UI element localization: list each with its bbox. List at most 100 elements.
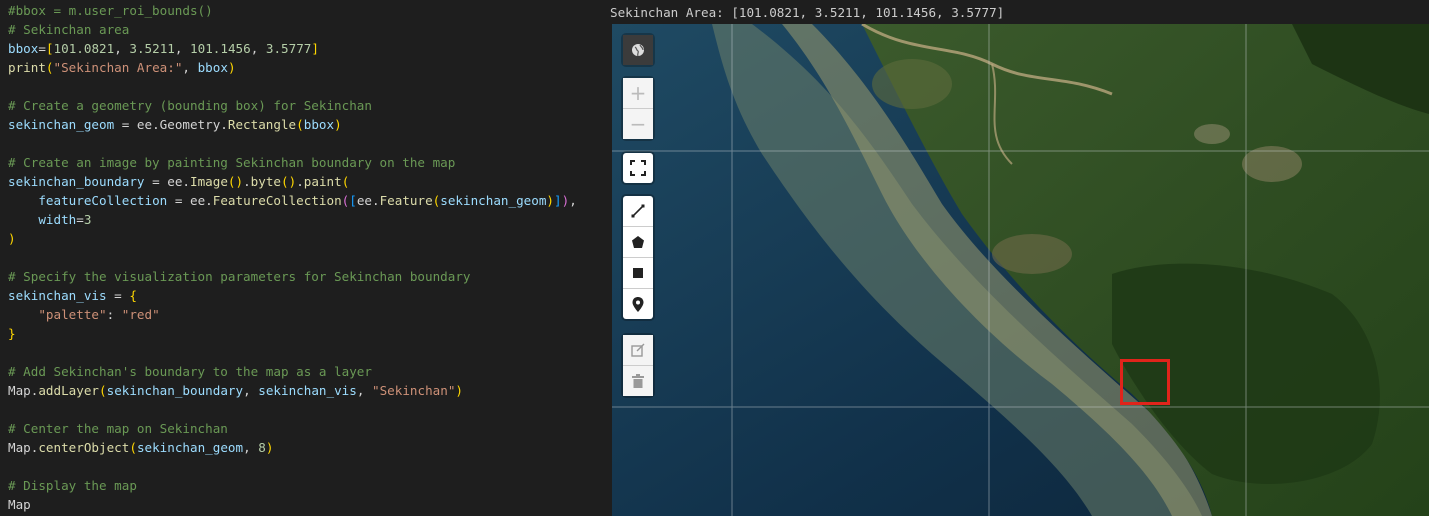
- code-token: # Center the map on Sekinchan: [8, 421, 228, 436]
- code-token: # Create an image by painting Sekinchan …: [8, 155, 456, 170]
- code-token: (: [99, 383, 107, 398]
- code-token: sekinchan_geom: [8, 117, 115, 132]
- code-line[interactable]: [8, 457, 577, 476]
- code-token: sekinchan_vis: [258, 383, 357, 398]
- code-line[interactable]: sekinchan_boundary = ee.Image().byte().p…: [8, 172, 577, 191]
- basemap-control[interactable]: [623, 35, 653, 65]
- draw-polygon-button[interactable]: [623, 226, 653, 257]
- code-line[interactable]: # Add Sekinchan's boundary to the map as…: [8, 362, 577, 381]
- fullscreen-button[interactable]: [623, 153, 653, 183]
- code-token: # Create a geometry (bounding box) for S…: [8, 98, 372, 113]
- code-token: 101.0821: [53, 41, 115, 56]
- fullscreen-control[interactable]: [623, 153, 653, 183]
- code-line[interactable]: [8, 400, 577, 419]
- code-token: Image: [189, 174, 228, 189]
- code-line[interactable]: # Sekinchan area: [8, 20, 577, 39]
- code-token: 3: [83, 212, 92, 227]
- code-token: ee.: [356, 193, 380, 208]
- code-token: [: [45, 41, 54, 56]
- code-editor[interactable]: #bbox = m.user_roi_bounds() # Sekinchan a…: [0, 0, 600, 516]
- code-line[interactable]: # Create a geometry (bounding box) for S…: [8, 96, 577, 115]
- code-line[interactable]: Map.centerObject(sekinchan_geom, 8): [8, 438, 577, 457]
- code-line[interactable]: sekinchan_vis = {: [8, 286, 577, 305]
- code-lines[interactable]: #bbox = m.user_roi_bounds() # Sekinchan a…: [8, 1, 577, 514]
- code-token: ]: [554, 193, 562, 208]
- code-token: FeatureCollection: [212, 193, 342, 208]
- code-token: ): [455, 383, 464, 398]
- code-token: ): [227, 60, 236, 75]
- code-token: [: [349, 193, 357, 208]
- code-token: = ee.Geometry.: [114, 117, 228, 132]
- code-token: #bbox = m.user_roi_bounds(): [8, 3, 213, 18]
- code-token: # Add Sekinchan's boundary to the map as…: [8, 364, 372, 379]
- code-line[interactable]: [8, 343, 577, 362]
- code-line[interactable]: sekinchan_geom = ee.Geometry.Rectangle(b…: [8, 115, 577, 134]
- code-token: ]: [311, 41, 319, 56]
- code-line[interactable]: Map: [8, 495, 577, 514]
- code-token: ): [546, 193, 555, 208]
- code-line[interactable]: # Display the map: [8, 476, 577, 495]
- code-token: Map.: [8, 440, 39, 455]
- draw-marker-button[interactable]: [623, 288, 653, 319]
- code-token: =: [38, 41, 46, 56]
- print-output: Sekinchan Area: [101.0821, 3.5211, 101.1…: [610, 5, 1005, 20]
- code-token: Map.: [8, 383, 39, 398]
- code-line[interactable]: "palette": "red": [8, 305, 577, 324]
- code-token: byte: [250, 174, 282, 189]
- code-token: .: [296, 174, 304, 189]
- code-token: # Sekinchan area: [8, 22, 130, 37]
- edit-toolbar[interactable]: [623, 335, 653, 396]
- code-token: "Sekinchan": [372, 383, 456, 398]
- code-token: sekinchan_boundary: [8, 174, 145, 189]
- code-token: centerObject: [38, 440, 130, 455]
- code-line[interactable]: featureCollection = ee.FeatureCollection…: [8, 191, 576, 210]
- code-line[interactable]: # Specify the visualization parameters f…: [8, 267, 577, 286]
- code-token: }: [8, 326, 16, 341]
- code-token: featureCollection: [38, 193, 168, 208]
- code-line[interactable]: print("Sekinchan Area:", bbox): [8, 58, 577, 77]
- code-token: sekinchan_vis: [8, 288, 107, 303]
- code-line[interactable]: width=3: [8, 210, 577, 229]
- code-line[interactable]: # Create an image by painting Sekinchan …: [8, 153, 577, 172]
- code-token: ,: [182, 60, 198, 75]
- code-token: "red": [121, 307, 160, 322]
- code-line[interactable]: [8, 248, 577, 267]
- delete-layers-button[interactable]: [623, 365, 653, 396]
- code-line[interactable]: [8, 134, 577, 153]
- map-view[interactable]: + −: [612, 24, 1429, 516]
- code-line[interactable]: ): [8, 229, 577, 248]
- code-token: =: [106, 288, 130, 303]
- code-token: ,: [356, 383, 373, 398]
- fullscreen-icon: [630, 160, 646, 176]
- code-token: 3.5211: [129, 41, 175, 56]
- code-token: {: [129, 288, 137, 303]
- basemap-button[interactable]: [623, 35, 653, 65]
- code-line[interactable]: }: [8, 324, 577, 343]
- code-token: (): [281, 174, 297, 189]
- draw-toolbar[interactable]: [623, 196, 653, 319]
- edit-layers-button[interactable]: [623, 335, 653, 365]
- code-line[interactable]: Map.addLayer(sekinchan_boundary, sekinch…: [8, 381, 577, 400]
- polygon-icon: [631, 235, 645, 249]
- code-line[interactable]: #bbox = m.user_roi_bounds(): [8, 1, 577, 20]
- code-line[interactable]: [8, 77, 577, 96]
- code-line[interactable]: bbox=[101.0821, 3.5211, 101.1456, 3.5777…: [8, 39, 577, 58]
- code-line[interactable]: # Center the map on Sekinchan: [8, 419, 577, 438]
- code-token: = ee.: [144, 174, 190, 189]
- zoom-in-button[interactable]: +: [623, 78, 653, 108]
- draw-polyline-button[interactable]: [623, 196, 653, 226]
- zoom-control[interactable]: + −: [623, 78, 653, 139]
- code-token: sekinchan_geom: [440, 193, 547, 208]
- rectangle-icon: [632, 267, 644, 279]
- code-token: .: [243, 174, 251, 189]
- draw-rectangle-button[interactable]: [623, 257, 653, 288]
- code-token: ,: [174, 41, 191, 56]
- code-token: 3.5777: [265, 41, 312, 56]
- zoom-out-button[interactable]: −: [623, 108, 653, 139]
- code-token: =: [76, 212, 84, 227]
- code-token: ): [334, 117, 342, 132]
- code-token: (: [341, 174, 350, 189]
